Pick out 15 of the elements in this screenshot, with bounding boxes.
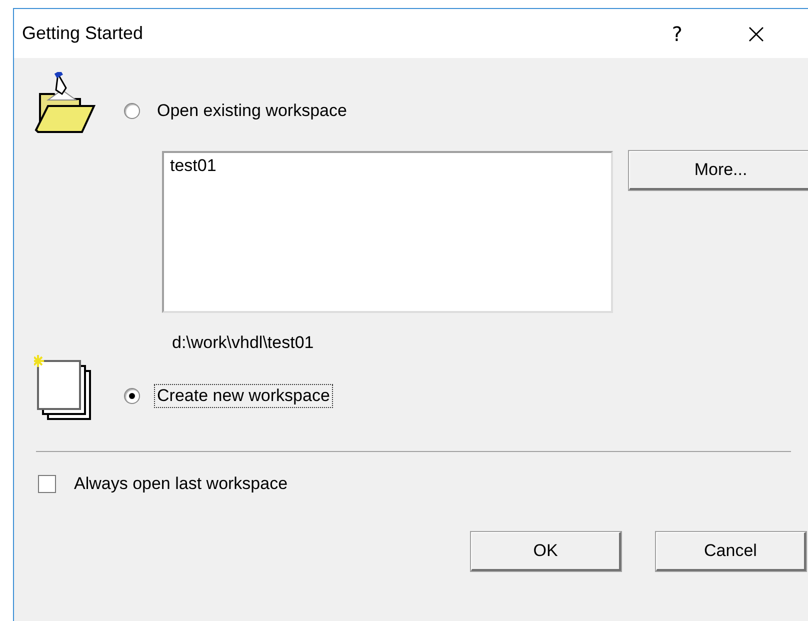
radio-label[interactable]: Create new workspace <box>154 384 333 408</box>
window-title: Getting Started <box>22 23 144 44</box>
more-button[interactable]: More... <box>628 151 808 190</box>
workspace-list[interactable]: test01 <box>162 151 613 313</box>
close-button[interactable]: × <box>736 17 776 50</box>
radio-label[interactable]: Open existing workspace <box>154 99 350 123</box>
workspace-path: d:\work\vhdl\test01 <box>172 333 315 353</box>
help-button[interactable]: ? <box>664 22 691 46</box>
radio-button[interactable] <box>124 103 140 119</box>
radio-button[interactable] <box>124 388 140 404</box>
checkbox-label[interactable]: Always open last workspace <box>74 474 288 494</box>
checkbox[interactable] <box>38 475 56 493</box>
list-item[interactable]: test01 <box>170 155 605 177</box>
dialog-button[interactable]: Cancel <box>656 532 806 571</box>
dialog-button[interactable]: OK <box>471 532 621 571</box>
